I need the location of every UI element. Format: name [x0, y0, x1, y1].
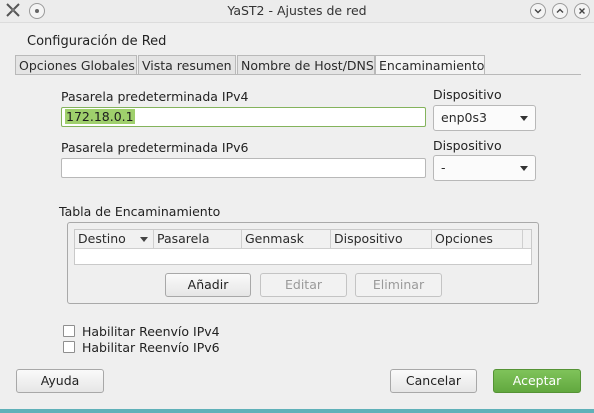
- ipv6-forwarding-label[interactable]: Habilitar Reenvío IPv6: [82, 340, 220, 355]
- maximize-icon[interactable]: [552, 3, 568, 19]
- accept-button[interactable]: Aceptar: [493, 369, 581, 393]
- routing-table[interactable]: Destino Pasarela Genmask Dispositivo Opc…: [74, 229, 532, 265]
- column-header-pasarela[interactable]: Pasarela: [154, 230, 242, 248]
- ipv4-forwarding-label[interactable]: Habilitar Reenvío IPv4: [82, 324, 220, 339]
- add-route-button[interactable]: Añadir: [165, 273, 251, 297]
- close-icon[interactable]: [574, 3, 590, 19]
- chevron-down-icon: [520, 116, 528, 121]
- ipv4-device-select[interactable]: enp0s3: [433, 105, 536, 131]
- sort-down-icon: [140, 237, 148, 242]
- tab-encaminamiento[interactable]: Encaminamiento: [375, 55, 485, 75]
- tab-vista-resumen[interactable]: Vista resumen: [138, 55, 236, 74]
- cancel-button[interactable]: Cancelar: [390, 369, 477, 393]
- ipv4-gateway-label: Pasarela predeterminada IPv4: [61, 89, 249, 104]
- ipv6-gateway-label: Pasarela predeterminada IPv6: [61, 140, 249, 155]
- ipv4-device-value: enp0s3: [441, 110, 487, 125]
- column-header-genmask[interactable]: Genmask: [242, 230, 331, 248]
- page-title: Configuración de Red: [27, 34, 167, 49]
- column-header-dispositivo[interactable]: Dispositivo: [331, 230, 432, 248]
- edit-route-button[interactable]: Editar: [260, 273, 347, 297]
- window-title: YaST2 - Ajustes de red: [227, 3, 367, 18]
- ipv6-device-label: Dispositivo: [433, 138, 502, 153]
- window-border: [0, 409, 594, 413]
- ipv4-forwarding-checkbox[interactable]: [63, 325, 75, 337]
- routing-table-title: Tabla de Encaminamiento: [59, 204, 221, 219]
- column-header-destino[interactable]: Destino: [75, 230, 154, 248]
- ipv6-device-value: -: [441, 160, 446, 175]
- ipv6-device-select[interactable]: -: [433, 155, 536, 181]
- ipv4-gateway-input[interactable]: 172.18.0.1: [61, 107, 426, 127]
- tab-opciones-globales[interactable]: Opciones Globales: [15, 55, 137, 74]
- ipv4-device-label: Dispositivo: [433, 87, 502, 102]
- table-header: Destino Pasarela Genmask Dispositivo Opc…: [75, 230, 531, 249]
- ipv4-gateway-value: 172.18.0.1: [65, 109, 135, 124]
- ipv6-forwarding-checkbox[interactable]: [63, 341, 75, 353]
- ipv6-gateway-input[interactable]: [61, 158, 426, 178]
- column-header-opciones[interactable]: Opciones: [432, 230, 523, 248]
- help-button[interactable]: Ayuda: [16, 369, 104, 393]
- delete-route-button[interactable]: Eliminar: [355, 273, 442, 297]
- tab-nombre-host-dns[interactable]: Nombre de Host/DNS: [237, 55, 375, 74]
- minimize-icon[interactable]: [530, 3, 546, 19]
- chevron-down-icon: [520, 166, 528, 171]
